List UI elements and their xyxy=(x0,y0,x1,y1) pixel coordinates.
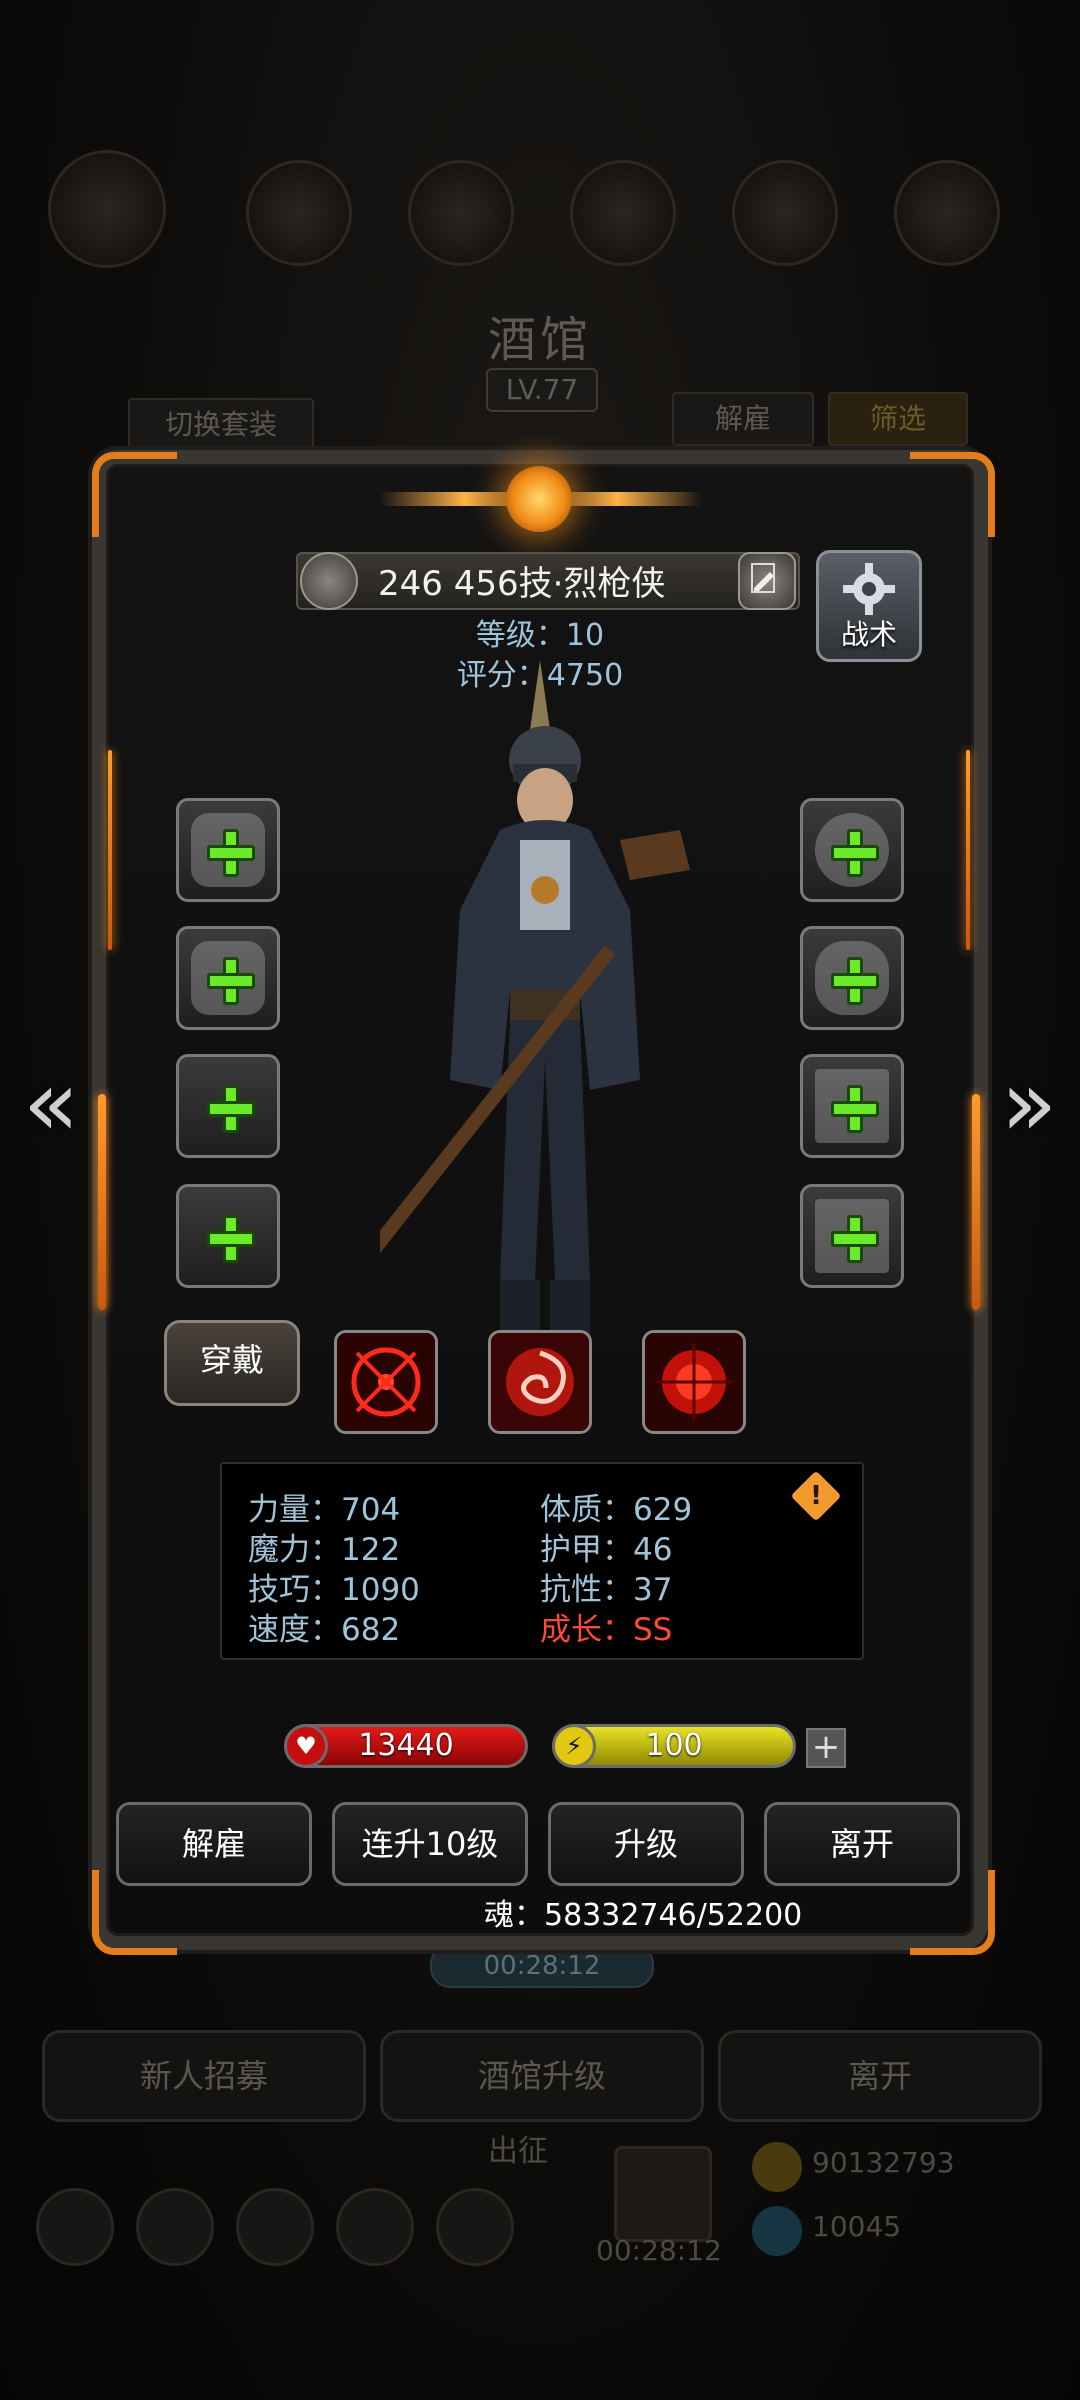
bg-filter-button: 筛选 xyxy=(828,392,968,446)
leave-button[interactable]: 离开 xyxy=(764,1802,960,1886)
swirl-skill-icon xyxy=(491,1333,589,1431)
rename-edit-icon[interactable] xyxy=(738,552,796,610)
bg-tavern-title: 酒馆 xyxy=(487,312,592,368)
equipment-slot-right-2[interactable] xyxy=(800,926,904,1030)
equipment-slot-left-1[interactable] xyxy=(176,798,280,902)
add-equipment-plus-icon xyxy=(207,1085,255,1133)
hero-rank-badge-icon[interactable] xyxy=(300,552,358,610)
add-energy-button[interactable]: + xyxy=(806,1728,846,1768)
level-up-button[interactable]: 升级 xyxy=(548,1802,744,1886)
bg-gold-value: 90132793 xyxy=(812,2146,955,2179)
skill-slot-3[interactable] xyxy=(642,1330,746,1434)
bg-menu-circle-3 xyxy=(408,160,514,266)
bg-menu-circle-1 xyxy=(48,150,166,268)
stat-speed: 速度：682 xyxy=(248,1612,401,1648)
bg-gold-icon xyxy=(752,2142,802,2192)
bg-expedition-label: 出征 xyxy=(488,2134,548,2169)
panel-corner-top-left xyxy=(92,452,177,537)
stat-resistance: 抗性：37 xyxy=(540,1572,673,1608)
skill-slot-1[interactable] xyxy=(334,1330,438,1434)
lightning-icon: ⚡ xyxy=(552,1724,596,1768)
stat-strength: 力量：704 xyxy=(248,1492,401,1528)
next-hero-arrow[interactable]: » xyxy=(994,1054,1064,1154)
add-equipment-plus-icon xyxy=(831,1085,879,1133)
warning-icon-mark: ! xyxy=(810,1481,822,1511)
target-skill-icon xyxy=(645,1333,743,1431)
bg-nav-icon-4 xyxy=(336,2188,414,2266)
equipment-slot-right-3[interactable] xyxy=(800,1054,904,1158)
wear-button[interactable]: 穿戴 xyxy=(164,1320,300,1406)
bg-menu-circle-2 xyxy=(246,160,352,266)
equipment-slot-right-4[interactable] xyxy=(800,1184,904,1288)
bg-menu-circle-6 xyxy=(894,160,1000,266)
equipment-slot-left-3[interactable] xyxy=(176,1054,280,1158)
panel-glow-left-upper xyxy=(108,750,112,950)
bg-leave-button: 离开 xyxy=(718,2030,1042,2122)
bg-tavern-level: LV.77 xyxy=(486,368,598,412)
panel-emblem-icon xyxy=(506,466,572,532)
bg-upgrade-tavern-button: 酒馆升级 xyxy=(380,2030,704,2122)
hero-name-line: 246 456技·烈枪侠 xyxy=(378,556,665,605)
bg-switch-outfit-button: 切换套装 xyxy=(128,398,314,452)
bg-nav-icon-3 xyxy=(236,2188,314,2266)
gear-icon xyxy=(843,563,895,615)
bg-nav-icon-1 xyxy=(36,2188,114,2266)
crosshair-skill-icon xyxy=(337,1333,435,1431)
bg-gem-icon xyxy=(752,2206,802,2256)
bg-nav-icon-5 xyxy=(436,2188,514,2266)
add-equipment-plus-icon xyxy=(831,957,879,1005)
soul-counter: 魂：58332746/52200 xyxy=(484,1898,803,1933)
hero-character-portrait xyxy=(380,660,690,1420)
equipment-slot-left-4[interactable] xyxy=(176,1184,280,1288)
bg-expedition-timer: 00:28:12 xyxy=(596,2234,722,2267)
hero-id: 246 xyxy=(378,564,443,604)
bg-gem-value: 10045 xyxy=(812,2210,902,2243)
bg-recruit-button: 新人招募 xyxy=(42,2030,366,2122)
hero-level: 等级：10 xyxy=(475,618,605,653)
equipment-slot-left-2[interactable] xyxy=(176,926,280,1030)
add-equipment-plus-icon xyxy=(207,1215,255,1263)
bg-timer: 00:28:12 xyxy=(430,1944,654,1988)
stat-skill: 技巧：1090 xyxy=(248,1572,420,1608)
bg-nav-icon-2 xyxy=(136,2188,214,2266)
stat-constitution: 体质：629 xyxy=(540,1492,693,1528)
panel-glow-right xyxy=(972,1094,980,1310)
equipment-slot-right-1[interactable] xyxy=(800,798,904,902)
tactics-button[interactable]: 战术 xyxy=(816,550,922,662)
panel-glow-left xyxy=(98,1094,106,1310)
bg-menu-circle-4 xyxy=(570,160,676,266)
bg-menu-circle-5 xyxy=(732,160,838,266)
add-equipment-plus-icon xyxy=(207,957,255,1005)
hero-name: 456技·烈枪侠 xyxy=(453,564,666,604)
stat-armor: 护甲：46 xyxy=(540,1532,673,1568)
bg-gift-icon xyxy=(614,2146,712,2242)
add-equipment-plus-icon xyxy=(831,829,879,877)
level-up-10-button[interactable]: 连升10级 xyxy=(332,1802,528,1886)
skill-slot-2[interactable] xyxy=(488,1330,592,1434)
add-equipment-plus-icon xyxy=(207,829,255,877)
tactics-label: 战术 xyxy=(840,618,897,651)
heart-icon: ♥ xyxy=(284,1724,328,1768)
stat-growth: 成长：SS xyxy=(540,1612,673,1648)
panel-glow-right-upper xyxy=(966,750,970,950)
stat-magic: 魔力：122 xyxy=(248,1532,401,1568)
panel-corner-top-right xyxy=(910,452,995,537)
add-equipment-plus-icon xyxy=(831,1215,879,1263)
bg-dismiss-button: 解雇 xyxy=(672,392,814,446)
dismiss-hero-button[interactable]: 解雇 xyxy=(116,1802,312,1886)
previous-hero-arrow[interactable]: « xyxy=(16,1054,86,1154)
